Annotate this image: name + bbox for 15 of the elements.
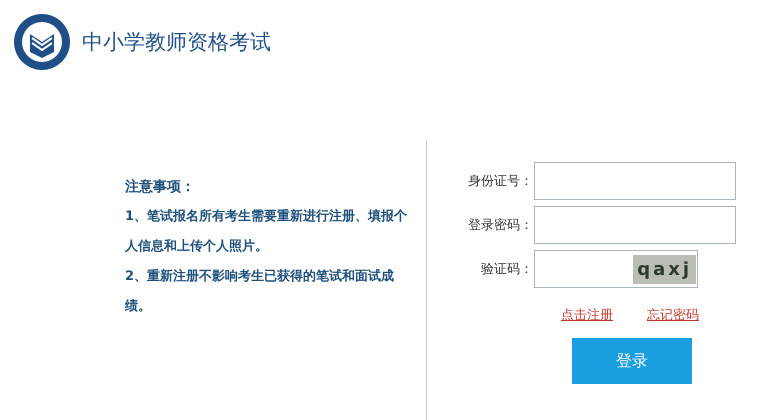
field-label: 登录密码：	[467, 217, 533, 234]
id-number-field[interactable]	[534, 162, 736, 200]
password-field[interactable]	[534, 206, 736, 244]
field-label: 身份证号：	[467, 173, 533, 190]
notice-text: 1、笔试报名所有考生需要重新进行注册、填报个人信息和上传个人照片。	[125, 208, 408, 256]
captcha-field[interactable]: qaxj	[534, 250, 698, 288]
form-link[interactable]: 点击注册	[561, 306, 613, 324]
site-title: 中小学教师资格考试	[82, 29, 271, 56]
emblem-icon	[12, 12, 72, 72]
form-link[interactable]: 忘记密码	[647, 306, 699, 324]
notice-text: 2、重新注册不影响考生已获得的笔试和面试成绩。	[125, 268, 396, 316]
notice-heading: 注意事项：	[125, 178, 196, 196]
captcha-image[interactable]: qaxj	[633, 254, 696, 284]
field-label: 验证码：	[480, 261, 533, 278]
login-button[interactable]: 登录	[572, 338, 692, 384]
